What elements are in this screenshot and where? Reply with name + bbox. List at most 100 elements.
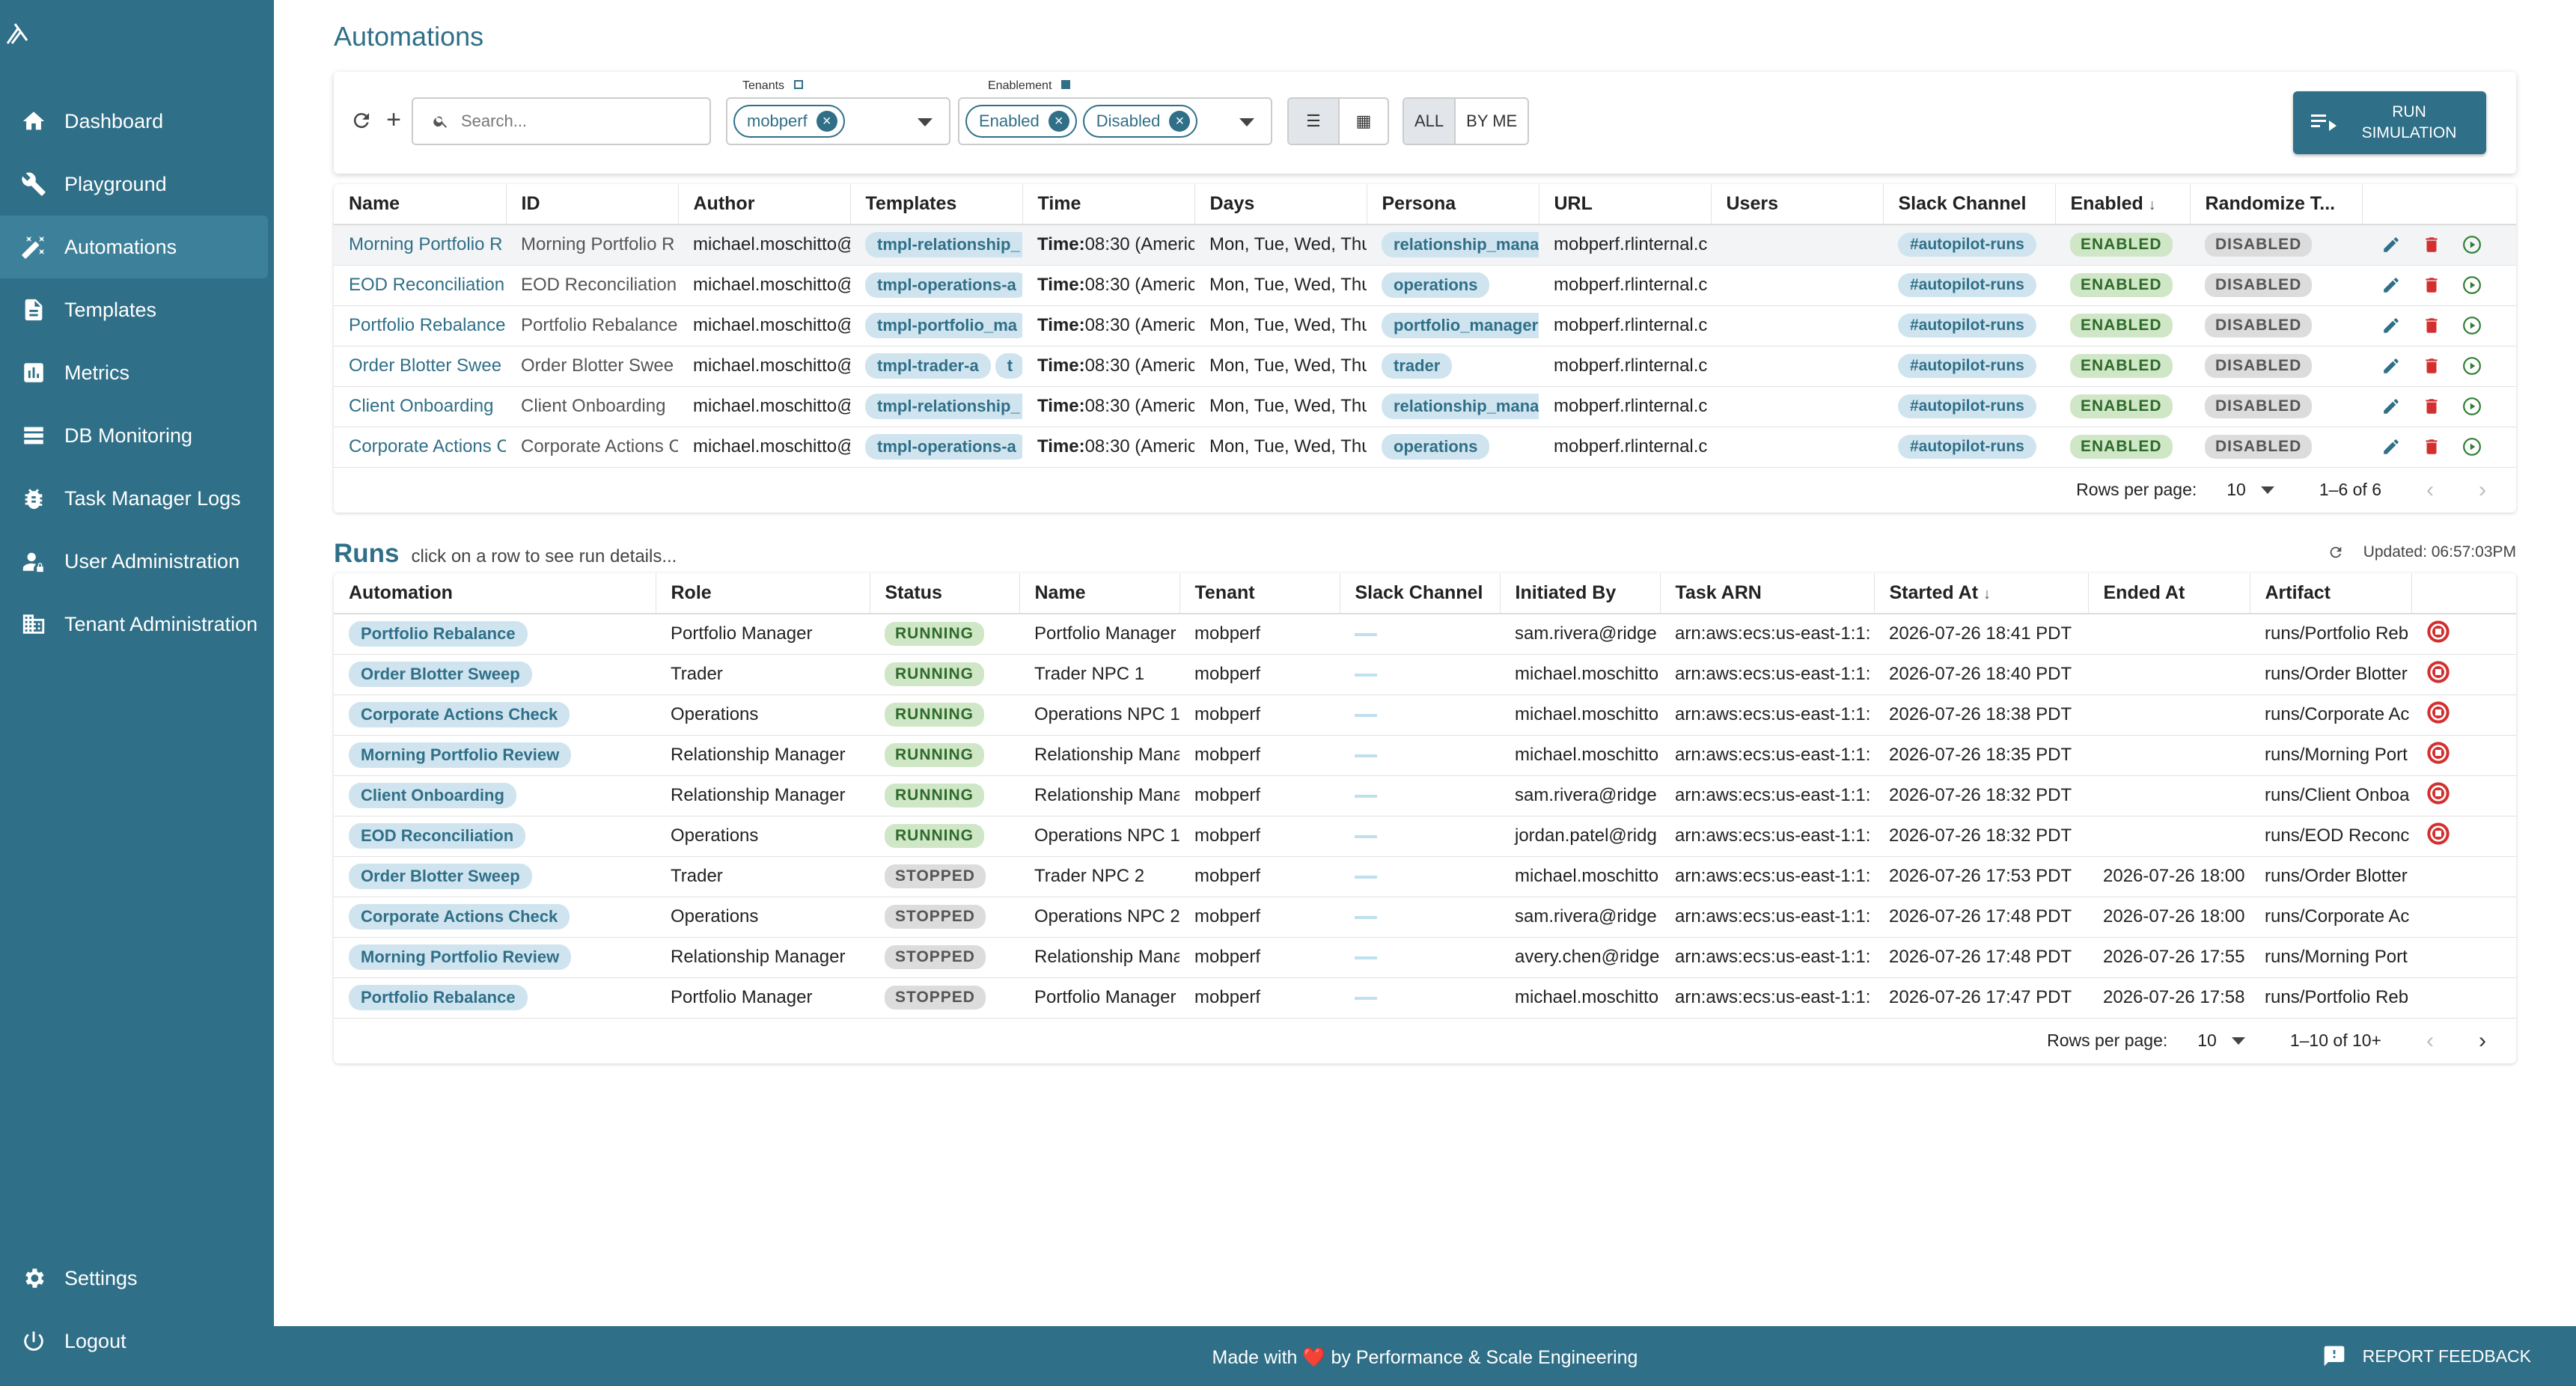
run-artifact[interactable]: runs/Order Blotter: [2250, 856, 2411, 897]
col-enabled[interactable]: Enabled ↓: [2055, 184, 2191, 225]
stop-run-icon[interactable]: [2426, 620, 2450, 644]
run-artifact[interactable]: runs/Corporate Ac: [2250, 694, 2411, 736]
refresh-icon[interactable]: [2328, 544, 2344, 561]
play-icon[interactable]: [2462, 275, 2482, 295]
run-automation[interactable]: Morning Portfolio Review: [334, 937, 656, 978]
delete-icon[interactable]: [2422, 356, 2441, 376]
automation-tag[interactable]: Order Blotter Sweep: [349, 864, 532, 889]
col-slack-channel[interactable]: Slack Channel: [1340, 573, 1501, 614]
delete-icon[interactable]: [2422, 437, 2441, 457]
play-icon[interactable]: [2462, 356, 2482, 376]
play-icon[interactable]: [2462, 437, 2482, 457]
table-row[interactable]: Portfolio Rebalance Portfolio Rebalance mi…: [334, 305, 2516, 346]
delete-icon[interactable]: [2422, 397, 2441, 416]
automation-tag[interactable]: Portfolio Rebalance: [349, 621, 528, 647]
edit-icon[interactable]: [2381, 437, 2401, 457]
table-row[interactable]: Portfolio Rebalance Portfolio Manager STOP…: [334, 977, 2516, 1019]
table-row[interactable]: Client Onboarding Relationship Manager RUN…: [334, 775, 2516, 816]
automation-name-link[interactable]: EOD Reconciliation: [334, 265, 506, 306]
refresh-icon[interactable]: [350, 109, 373, 132]
app-logo-icon[interactable]: [4, 18, 34, 48]
table-row[interactable]: Morning Portfolio Review Relationship Man…: [334, 937, 2516, 978]
automation-name-link[interactable]: Order Blotter Swee: [334, 346, 506, 387]
rows-per-page-select[interactable]: 10: [2197, 1031, 2245, 1051]
run-simulation-button[interactable]: RUN SIMULATION: [2293, 91, 2486, 154]
col-url[interactable]: URL: [1539, 184, 1712, 225]
delete-icon[interactable]: [2422, 235, 2441, 254]
edit-icon[interactable]: [2381, 316, 2401, 335]
automation-tag[interactable]: Corporate Actions Check: [349, 904, 570, 929]
edit-icon[interactable]: [2381, 235, 2401, 254]
stop-run-icon[interactable]: [2426, 660, 2450, 684]
table-row[interactable]: Order Blotter Sweep Trader STOPPED Trader N…: [334, 856, 2516, 897]
add-automation-icon[interactable]: +: [380, 106, 407, 133]
run-artifact[interactable]: runs/Morning Port: [2250, 735, 2411, 776]
run-automation[interactable]: Portfolio Rebalance: [334, 614, 656, 655]
tenant-chip[interactable]: mobperf ×: [733, 105, 845, 138]
automation-tag[interactable]: Corporate Actions Check: [349, 702, 570, 727]
prev-page-icon[interactable]: ‹: [2426, 477, 2434, 503]
report-feedback-button[interactable]: REPORT FEEDBACK: [2321, 1344, 2531, 1368]
edit-icon[interactable]: [2381, 275, 2401, 295]
stop-run-icon[interactable]: [2426, 781, 2450, 805]
automation-name-link[interactable]: Client Onboarding: [334, 386, 506, 427]
tenants-select[interactable]: mobperf ×: [726, 97, 950, 145]
run-automation[interactable]: Order Blotter Sweep: [334, 654, 656, 695]
stop-run-icon[interactable]: [2426, 822, 2450, 846]
automation-tag[interactable]: Morning Portfolio Review: [349, 742, 572, 768]
run-artifact[interactable]: runs/Client Onboa: [2250, 775, 2411, 816]
sidebar-item-automations[interactable]: Automations: [0, 216, 268, 278]
col-status[interactable]: Status: [870, 573, 1020, 614]
run-automation[interactable]: Morning Portfolio Review: [334, 735, 656, 776]
col-time[interactable]: Time: [1022, 184, 1195, 225]
edit-icon[interactable]: [2381, 356, 2401, 376]
col-name[interactable]: Name: [1019, 573, 1180, 614]
sidebar-item-db-monitoring[interactable]: DB Monitoring: [0, 404, 274, 467]
col-tenant[interactable]: Tenant: [1179, 573, 1340, 614]
run-automation[interactable]: Client Onboarding: [334, 775, 656, 816]
chevron-down-icon[interactable]: [918, 118, 933, 126]
table-row[interactable]: Morning Portfolio R Morning Portfolio Rmi…: [334, 225, 2516, 266]
col-name[interactable]: Name: [334, 184, 507, 225]
table-row[interactable]: EOD Reconciliation EOD Reconciliation mich…: [334, 265, 2516, 306]
col-task-arn[interactable]: Task ARN: [1660, 573, 1875, 614]
run-artifact[interactable]: runs/Portfolio Reb: [2250, 977, 2411, 1019]
col-role[interactable]: Role: [656, 573, 870, 614]
sidebar-item-tenant-administration[interactable]: Tenant Administration: [0, 593, 274, 656]
col-id[interactable]: ID: [506, 184, 679, 225]
col-persona[interactable]: Persona: [1367, 184, 1539, 225]
list-view-icon[interactable]: ☰: [1289, 99, 1338, 144]
col-users[interactable]: Users: [1711, 184, 1884, 225]
grid-view-icon[interactable]: ▦: [1338, 99, 1388, 144]
table-row[interactable]: Portfolio Rebalance Portfolio Manager RUNN…: [334, 614, 2516, 655]
col-author[interactable]: Author: [678, 184, 851, 225]
automation-tag[interactable]: Client Onboarding: [349, 783, 516, 808]
play-icon[interactable]: [2462, 316, 2482, 335]
sidebar-item-logout[interactable]: Logout: [0, 1310, 274, 1373]
chip-remove-icon[interactable]: ×: [816, 111, 837, 132]
col-artifact[interactable]: Artifact: [2250, 573, 2412, 614]
chevron-down-icon[interactable]: [1239, 118, 1254, 126]
col-ended-at[interactable]: Ended At: [2088, 573, 2250, 614]
automation-name-link[interactable]: Morning Portfolio R: [334, 225, 506, 266]
stop-run-icon[interactable]: [2426, 741, 2450, 765]
table-row[interactable]: Corporate Actions Check Operations RUNNING…: [334, 694, 2516, 736]
run-artifact[interactable]: runs/Morning Port: [2250, 937, 2411, 978]
sidebar-item-user-administration[interactable]: User Administration: [0, 530, 274, 593]
rows-per-page-select[interactable]: 10: [2226, 480, 2274, 500]
run-artifact[interactable]: runs/Portfolio Reb: [2250, 614, 2411, 655]
run-automation[interactable]: Corporate Actions Check: [334, 694, 656, 736]
run-automation[interactable]: Corporate Actions Check: [334, 897, 656, 938]
sidebar-item-playground[interactable]: Playground: [0, 153, 274, 216]
edit-icon[interactable]: [2381, 397, 2401, 416]
table-row[interactable]: Morning Portfolio Review Relationship Man…: [334, 735, 2516, 776]
enabled-chip[interactable]: Enabled ×: [965, 105, 1077, 138]
automation-tag[interactable]: EOD Reconciliation: [349, 823, 526, 849]
chip-remove-icon[interactable]: ×: [1048, 111, 1069, 132]
sidebar-item-dashboard[interactable]: Dashboard: [0, 90, 274, 153]
automation-tag[interactable]: Order Blotter Sweep: [349, 662, 532, 687]
filter-by-me-button[interactable]: BY ME: [1454, 99, 1527, 144]
run-automation[interactable]: Order Blotter Sweep: [334, 856, 656, 897]
col-templates[interactable]: Templates: [850, 184, 1023, 225]
col-automation[interactable]: Automation: [334, 573, 656, 614]
